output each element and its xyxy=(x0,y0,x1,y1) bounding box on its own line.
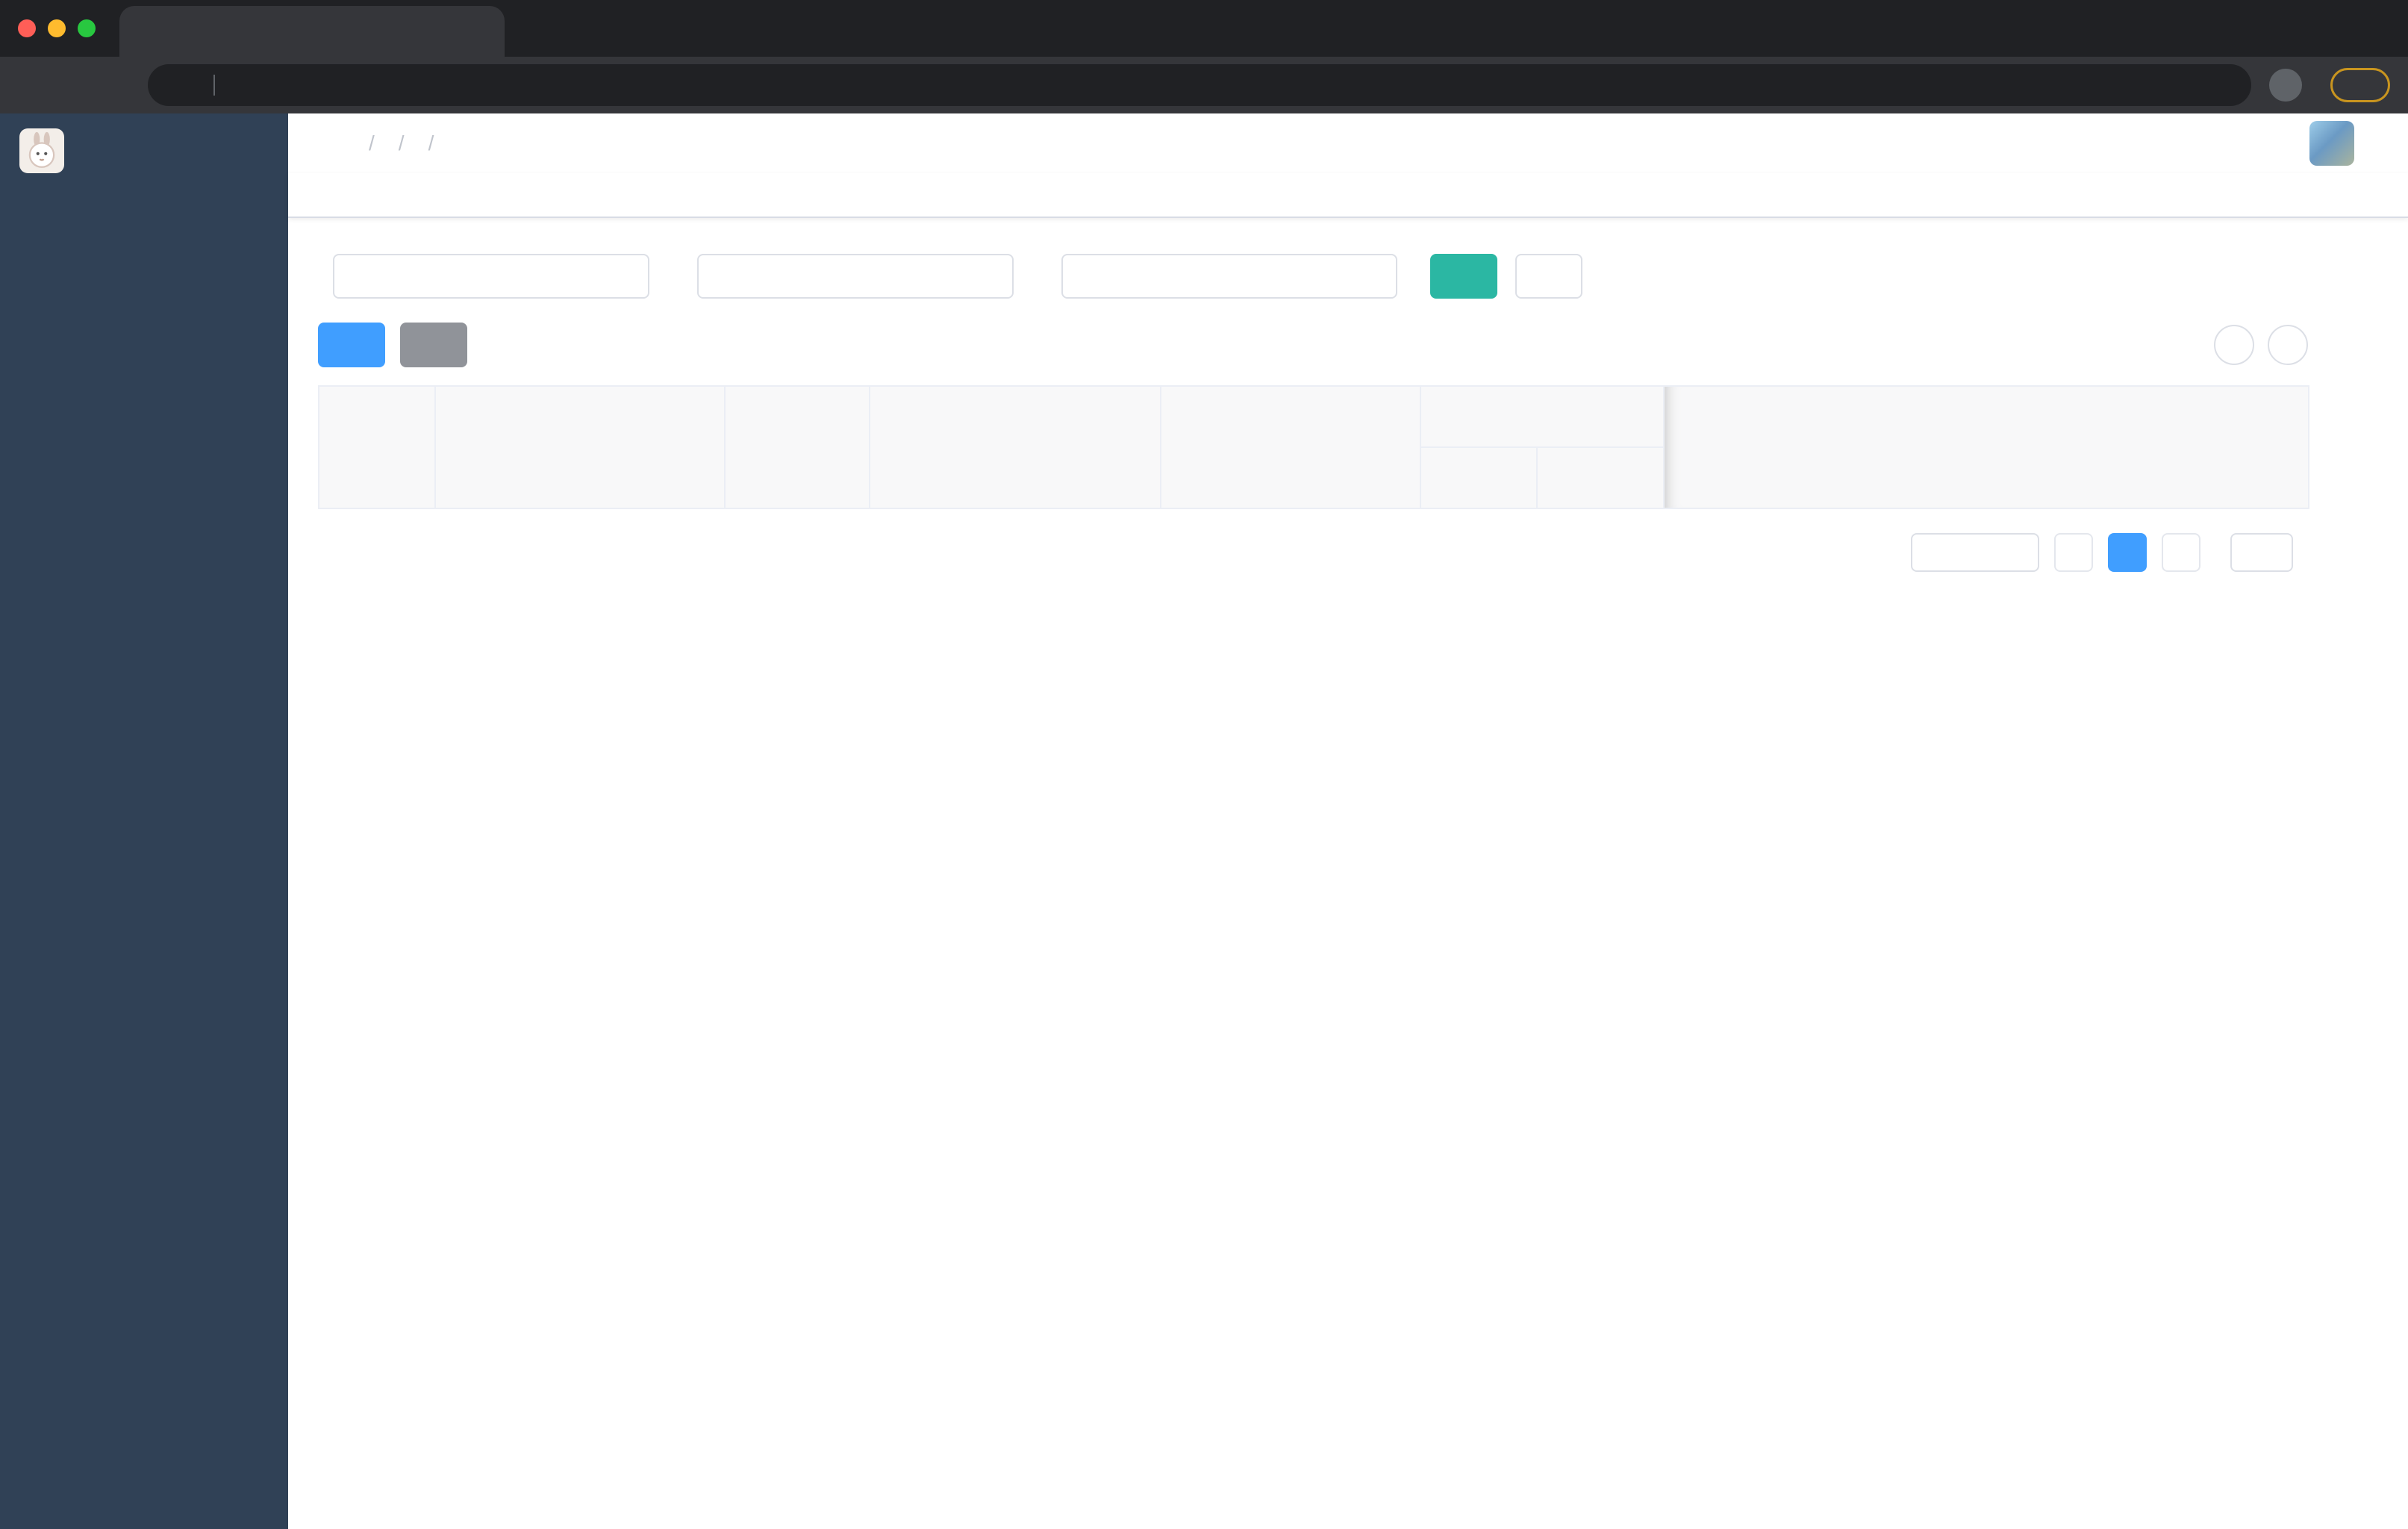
column-group-deployment xyxy=(1421,387,1665,448)
column-header-form xyxy=(870,387,1161,509)
refresh-icon xyxy=(1536,267,1554,285)
hamburger-icon[interactable] xyxy=(309,132,336,155)
chevron-right-icon xyxy=(2173,544,2189,561)
plus-icon xyxy=(339,336,357,354)
help-icon[interactable] xyxy=(2159,131,2184,156)
breadcrumb-separator: / xyxy=(398,131,405,155)
show-search-button[interactable] xyxy=(2214,325,2254,365)
window-zoom-button[interactable] xyxy=(78,19,96,37)
incognito-badge xyxy=(2269,69,2312,102)
page-1-button[interactable] xyxy=(2108,533,2147,572)
update-button[interactable] xyxy=(2330,68,2390,102)
not-secure-icon xyxy=(166,75,185,95)
column-header-actions xyxy=(1665,387,2309,509)
kebab-menu-icon[interactable] xyxy=(2358,75,2379,96)
refresh-icon xyxy=(2278,335,2298,355)
reload-button[interactable] xyxy=(105,72,130,98)
navbar: / / / xyxy=(288,113,2408,173)
forward-button[interactable] xyxy=(61,72,87,98)
column-header-name xyxy=(436,387,726,509)
window-minimize-button[interactable] xyxy=(48,19,66,37)
bookmark-star-icon[interactable] xyxy=(2212,75,2233,96)
new-tab-button[interactable] xyxy=(525,16,549,40)
divider xyxy=(213,75,215,96)
breadcrumb-separator: / xyxy=(369,131,375,155)
process-model-table xyxy=(318,385,2309,509)
search-button[interactable] xyxy=(1430,254,1497,299)
column-header-active xyxy=(1538,448,1665,509)
caret-down-icon xyxy=(2011,545,2026,560)
caret-down-icon xyxy=(1364,268,1381,284)
magnifier-icon xyxy=(2224,335,2244,355)
column-header-created xyxy=(1161,387,1421,509)
content xyxy=(288,218,2408,1529)
caret-down-icon xyxy=(2362,131,2387,156)
table-tools xyxy=(2214,325,2308,365)
tags-bar xyxy=(288,173,2408,218)
prev-page-button[interactable] xyxy=(2054,533,2093,572)
create-process-button[interactable] xyxy=(318,323,385,367)
filter-form xyxy=(318,254,2378,299)
fullscreen-icon[interactable] xyxy=(2208,131,2233,156)
breadcrumb: / / / xyxy=(357,131,446,155)
github-icon[interactable] xyxy=(2109,131,2135,156)
table-toolbar xyxy=(318,323,2308,367)
browser-tab[interactable] xyxy=(119,6,505,57)
main-area: / / / xyxy=(288,113,2408,1529)
screenshot-root: / / / xyxy=(0,0,2408,1529)
user-avatar xyxy=(2309,121,2354,166)
process-name-input[interactable] xyxy=(697,254,1014,299)
address-bar[interactable] xyxy=(148,64,2251,106)
incognito-icon xyxy=(2276,75,2295,95)
search-icon[interactable] xyxy=(2060,131,2086,156)
page-size-select[interactable] xyxy=(1911,533,2039,572)
user-menu[interactable] xyxy=(2309,121,2387,166)
chevron-left-icon xyxy=(2065,544,2082,561)
tab-close-icon[interactable] xyxy=(473,23,490,40)
browser-toolbar xyxy=(0,57,2408,113)
app-logo xyxy=(19,128,64,173)
incognito-avatar[interactable] xyxy=(2269,69,2302,102)
goto-page-input[interactable] xyxy=(2230,533,2293,572)
process-id-input[interactable] xyxy=(333,254,649,299)
next-page-button[interactable] xyxy=(2162,533,2200,572)
category-select[interactable] xyxy=(1061,254,1397,299)
pagination xyxy=(318,533,2308,572)
breadcrumb-separator: / xyxy=(428,131,434,155)
reset-button[interactable] xyxy=(1515,254,1582,299)
site-favicon xyxy=(134,21,155,42)
window-controls xyxy=(18,19,96,37)
back-button[interactable] xyxy=(18,72,43,98)
column-header-version xyxy=(1421,448,1538,509)
column-header-id xyxy=(319,387,436,509)
refresh-table-button[interactable] xyxy=(2268,325,2308,365)
navbar-actions xyxy=(2060,121,2387,166)
sidebar xyxy=(0,113,288,1529)
upload-icon xyxy=(421,336,439,354)
app-logo-row[interactable] xyxy=(0,113,288,188)
app-frame: / / / xyxy=(0,113,2408,1529)
window-close-button[interactable] xyxy=(18,19,36,37)
sidebar-menu xyxy=(0,188,288,1529)
browser-tabstrip xyxy=(0,0,2408,57)
import-process-button[interactable] xyxy=(400,323,467,367)
column-header-category xyxy=(726,387,870,509)
magnifier-icon xyxy=(1451,267,1469,285)
font-size-icon[interactable] xyxy=(2257,132,2286,155)
password-key-icon[interactable] xyxy=(2168,75,2189,96)
